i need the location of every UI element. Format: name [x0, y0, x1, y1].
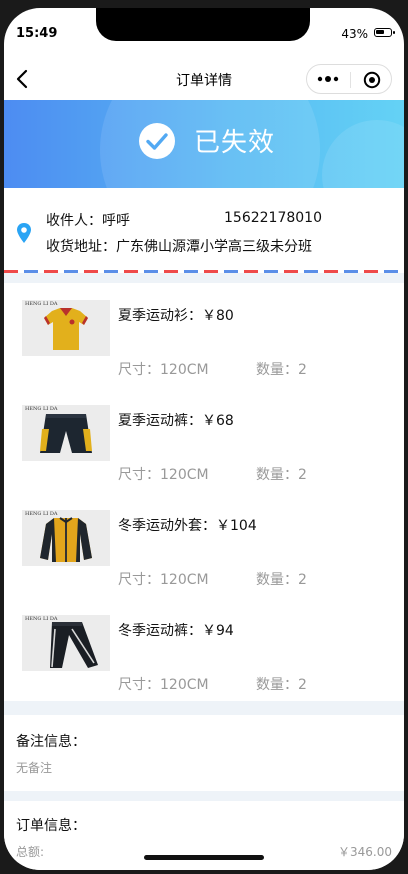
brand-label: HENG LI DA: [25, 301, 58, 307]
recipient-phone: 15622178010: [224, 210, 322, 226]
product-size: 尺寸：120CM: [118, 572, 209, 588]
close-target-icon[interactable]: [363, 71, 381, 89]
location-pin-icon: [17, 223, 31, 243]
home-indicator[interactable]: [144, 855, 264, 860]
capsule-divider: [350, 72, 351, 88]
product-name-price: 夏季运动衫：￥80: [118, 308, 234, 324]
remark-title: 备注信息：: [16, 734, 86, 750]
recipient-name: 呼呼: [102, 213, 130, 229]
brand-label: HENG LI DA: [25, 406, 58, 412]
address-section: 收件人：呼呼 15622178010 收货地址：广东佛山源潭小学高三级未分班: [4, 188, 404, 272]
phone-screen: 15:49 43% 订单详情 已失效 收件人：呼呼 15622178010 收货…: [4, 8, 404, 870]
product-image: HENG LI DA: [22, 405, 110, 461]
notch: [96, 8, 310, 41]
brand-label: HENG LI DA: [25, 511, 58, 517]
order-info-title: 订单信息：: [16, 818, 86, 834]
brand-label: HENG LI DA: [25, 616, 58, 622]
list-item[interactable]: HENG LI DA 冬季运动裤：￥94 尺寸：120CM 数量：2: [4, 598, 404, 703]
product-name-price: 夏季运动裤：￥68: [118, 413, 234, 429]
product-size: 尺寸：120CM: [118, 677, 209, 693]
product-quantity: 数量：2: [256, 677, 307, 693]
battery-percent: 43%: [341, 27, 368, 41]
recipient-line: 收件人：呼呼: [46, 210, 130, 230]
order-status-text: 已失效: [194, 128, 276, 158]
list-item[interactable]: HENG LI DA 冬季运动外套：￥104 尺寸：120CM 数量：2: [4, 493, 404, 598]
status-banner: 已失效: [4, 100, 404, 188]
product-name-price: 冬季运动外套：￥104: [118, 518, 257, 534]
check-circle-icon: [139, 123, 175, 159]
remark-value: 无备注: [16, 761, 53, 775]
list-item[interactable]: HENG LI DA 夏季运动衫：￥80 尺寸：120CM 数量：2: [4, 283, 404, 388]
battery-icon: [374, 28, 395, 37]
product-image: HENG LI DA: [22, 615, 110, 671]
product-name-price: 冬季运动裤：￥94: [118, 623, 234, 639]
product-image: HENG LI DA: [22, 510, 110, 566]
mini-program-capsule: [306, 64, 392, 94]
total-label: 总额:: [16, 845, 45, 859]
product-image: HENG LI DA: [22, 300, 110, 356]
product-quantity: 数量：2: [256, 572, 307, 588]
remark-section: 备注信息： 无备注: [4, 715, 404, 791]
product-quantity: 数量：2: [256, 362, 307, 378]
product-quantity: 数量：2: [256, 467, 307, 483]
product-size: 尺寸：120CM: [118, 362, 209, 378]
nav-bar: 订单详情: [4, 58, 404, 100]
address-line: 收货地址：广东佛山源潭小学高三级未分班: [46, 236, 312, 256]
status-time: 15:49: [16, 26, 58, 41]
total-amount: ￥346.00: [338, 845, 392, 859]
address-text: 广东佛山源潭小学高三级未分班: [116, 239, 312, 255]
product-size: 尺寸：120CM: [118, 467, 209, 483]
more-dots-icon[interactable]: [317, 73, 341, 85]
address-label: 收货地址：: [46, 239, 116, 255]
list-item[interactable]: HENG LI DA 夏季运动裤：￥68 尺寸：120CM 数量：2: [4, 388, 404, 493]
goods-list: HENG LI DA 夏季运动衫：￥80 尺寸：120CM 数量：2 HENG …: [4, 283, 404, 701]
recipient-label: 收件人：: [46, 213, 102, 229]
